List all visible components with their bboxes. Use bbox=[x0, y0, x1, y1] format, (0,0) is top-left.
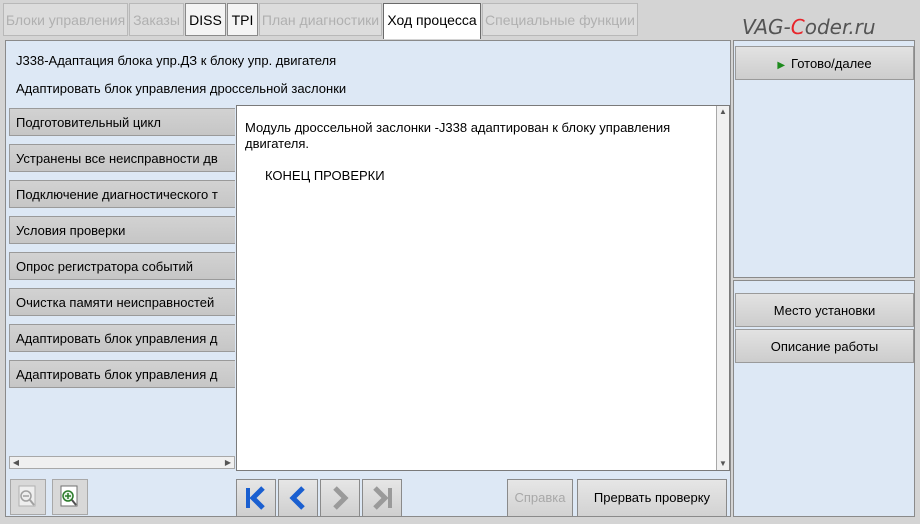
info-panel: Место установки Описание работы bbox=[733, 280, 915, 517]
brand-watermark: VAG-Coder.ru bbox=[742, 15, 876, 39]
procedure-title: J338-Адаптация блока упр.ДЗ к блоку упр.… bbox=[16, 53, 337, 68]
step-item[interactable]: Подключение диагностического т bbox=[9, 180, 235, 208]
installation-location-button[interactable]: Место установки bbox=[735, 293, 914, 327]
steps-horizontal-scrollbar[interactable]: ◀ ▶ bbox=[9, 456, 235, 469]
step-item[interactable]: Адаптировать блок управления д bbox=[9, 324, 235, 352]
tab-label: Блоки управления bbox=[5, 12, 126, 28]
zoom-in-icon bbox=[60, 485, 78, 507]
tab-diss[interactable]: DISS bbox=[185, 3, 226, 36]
zoom-in-button[interactable] bbox=[52, 479, 88, 515]
previous-step-button[interactable] bbox=[278, 479, 318, 517]
main-panel: J338-Адаптация блока упр.ДЗ к блоку упр.… bbox=[5, 40, 731, 517]
chevron-left-icon bbox=[289, 486, 305, 510]
done-next-label: Готово/далее bbox=[791, 56, 872, 71]
tab-special-functions: Специальные функции bbox=[482, 3, 638, 36]
tab-diagnostic-plan: План диагностики bbox=[259, 3, 382, 36]
tab-label: TPI bbox=[231, 12, 254, 28]
skip-first-icon bbox=[246, 486, 265, 510]
zoom-out-icon bbox=[18, 485, 36, 507]
tab-orders: Заказы bbox=[129, 3, 184, 36]
tab-bar: Блоки управления Заказы DISS TPI План ди… bbox=[0, 0, 920, 40]
step-item[interactable]: Устранены все неисправности дв bbox=[9, 144, 235, 172]
zoom-out-button[interactable] bbox=[10, 479, 46, 515]
tab-label: DISS bbox=[189, 12, 222, 28]
result-message: Модуль дроссельной заслонки -J338 адапти… bbox=[245, 120, 671, 151]
end-of-test-text: КОНЕЦ ПРОВЕРКИ bbox=[265, 168, 385, 183]
next-step-button[interactable] bbox=[320, 479, 360, 517]
tab-label: Заказы bbox=[133, 12, 180, 28]
scroll-right-icon[interactable]: ▶ bbox=[222, 457, 234, 468]
step-item[interactable]: Опрос регистратора событий bbox=[9, 252, 235, 280]
scroll-left-icon[interactable]: ◀ bbox=[10, 457, 22, 468]
tab-control-units: Блоки управления bbox=[3, 3, 128, 36]
tab-tpi[interactable]: TPI bbox=[227, 3, 258, 36]
message-panel: Модуль дроссельной заслонки -J338 адапти… bbox=[236, 105, 730, 471]
last-step-button[interactable] bbox=[362, 479, 402, 517]
play-icon: ▶ bbox=[777, 60, 786, 71]
tab-label: Специальные функции bbox=[485, 12, 635, 28]
right-column: ▶ Готово/далее Место установки Описание р… bbox=[733, 40, 915, 517]
skip-last-icon bbox=[373, 486, 392, 510]
chevron-right-icon bbox=[333, 486, 349, 510]
procedure-subtitle: Адаптировать блок управления дроссельной… bbox=[16, 81, 347, 96]
step-item[interactable]: Подготовительный цикл bbox=[9, 108, 235, 136]
tab-label: План диагностики bbox=[261, 12, 380, 28]
steps-list: Подготовительный цикл Устранены все неис… bbox=[9, 105, 235, 471]
message-vertical-scrollbar[interactable]: ▲ ▼ bbox=[716, 106, 729, 470]
scroll-up-icon[interactable]: ▲ bbox=[717, 106, 729, 118]
step-item[interactable]: Адаптировать блок управления д bbox=[9, 360, 235, 388]
first-step-button[interactable] bbox=[236, 479, 276, 517]
tab-process[interactable]: Ход процесса bbox=[383, 3, 481, 39]
step-item[interactable]: Очистка памяти неисправностей bbox=[9, 288, 235, 316]
done-next-button[interactable]: ▶ Готово/далее bbox=[735, 46, 914, 80]
tab-label: Ход процесса bbox=[387, 12, 477, 28]
scroll-down-icon[interactable]: ▼ bbox=[717, 458, 729, 470]
step-item[interactable]: Условия проверки bbox=[9, 216, 235, 244]
abort-test-button[interactable]: Прервать проверку bbox=[577, 479, 727, 517]
action-panel: ▶ Готово/далее bbox=[733, 40, 915, 278]
help-button[interactable]: Справка bbox=[507, 479, 573, 517]
work-description-button[interactable]: Описание работы bbox=[735, 329, 914, 363]
